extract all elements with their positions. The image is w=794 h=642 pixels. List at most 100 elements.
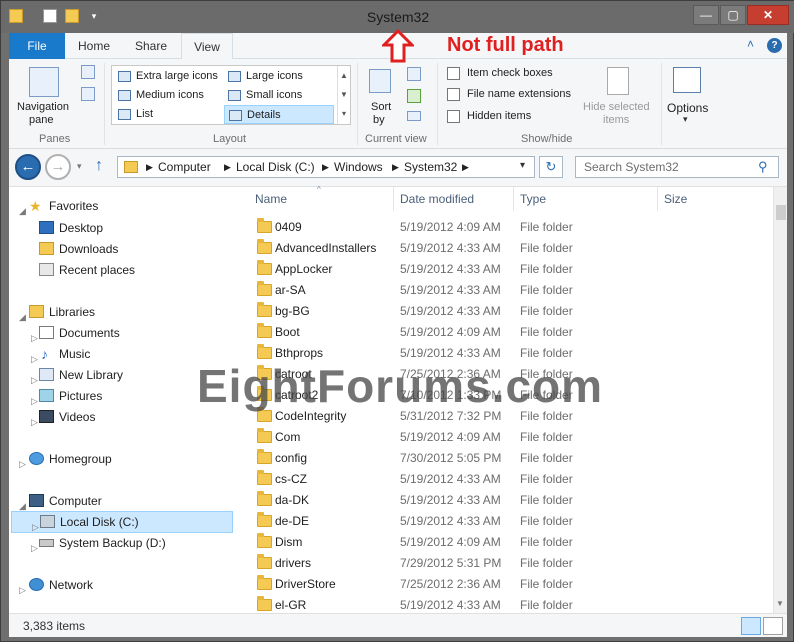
tab-view[interactable]: View (181, 33, 233, 60)
layout-extra-large-icons[interactable]: Extra large icons (114, 67, 224, 86)
hidden-items-label[interactable]: Hidden items (467, 110, 531, 122)
nav-system-backup[interactable]: ▷ System Backup (D:) (17, 533, 227, 553)
table-row[interactable]: drivers 7/29/2012 5:31 PM File folder (237, 553, 767, 574)
nav-computer[interactable]: ◢ Computer (17, 491, 227, 511)
nav-local-disk[interactable]: ▷ Local Disk (C:) (11, 511, 233, 533)
item-check-boxes-label[interactable]: Item check boxes (467, 67, 553, 79)
crumb-computer[interactable]: Computer (158, 160, 211, 174)
table-row[interactable]: AdvancedInstallers 5/19/2012 4:33 AM File … (237, 238, 767, 259)
hide-selected-items-label[interactable]: Hide selected (583, 101, 650, 113)
crumb-local-disk[interactable]: Local Disk (C:) (236, 160, 315, 174)
details-pane-icon[interactable] (81, 87, 95, 101)
close-button[interactable]: ✕ (747, 5, 789, 25)
address-separator[interactable]: ▶ (146, 162, 153, 173)
crumb-windows[interactable]: Windows (334, 160, 383, 174)
minimize-button[interactable]: — (693, 5, 719, 25)
options-icon[interactable] (673, 67, 701, 93)
layout-scroll-icon[interactable]: ▲ ▼ ▾ (337, 66, 350, 124)
address-bar[interactable]: ▶ Computer ▶ Local Disk (C:) ▶ Windows ▶… (117, 156, 535, 178)
layout-details[interactable]: Details (224, 105, 334, 124)
file-name-extensions-label[interactable]: File name extensions (467, 88, 571, 100)
layout-medium-icons[interactable]: Medium icons (114, 86, 224, 105)
nav-music[interactable]: ▷ ♪ Music (17, 344, 227, 364)
refresh-button[interactable]: ↻ (539, 156, 563, 178)
sort-by-label-2[interactable]: by (373, 114, 385, 126)
nav-network[interactable]: ▷ Network (17, 575, 227, 595)
preview-pane-icon[interactable] (81, 65, 95, 79)
table-row[interactable]: Com 5/19/2012 4:09 AM File folder (237, 427, 767, 448)
navigation-pane-icon[interactable] (29, 67, 59, 97)
nav-desktop[interactable]: Desktop (17, 218, 227, 238)
help-icon[interactable]: ? (767, 38, 782, 53)
large-icons-view-button[interactable] (763, 617, 783, 635)
crumb-system32[interactable]: System32 (404, 160, 457, 174)
table-row[interactable]: Boot 5/19/2012 4:09 AM File folder (237, 322, 767, 343)
table-row[interactable]: de-DE 5/19/2012 4:33 AM File folder (237, 511, 767, 532)
table-row[interactable]: ar-SA 5/19/2012 4:33 AM File folder (237, 280, 767, 301)
options-dropdown-icon[interactable]: ▾ (683, 114, 688, 125)
nav-recent-places[interactable]: Recent places (17, 260, 227, 280)
details-view-button[interactable] (741, 617, 761, 635)
hidden-items-checkbox[interactable] (447, 110, 460, 123)
expand-icon[interactable]: ▷ (19, 580, 26, 600)
column-divider[interactable] (513, 187, 514, 211)
column-header-size[interactable]: Size (664, 192, 687, 206)
table-row[interactable]: DriverStore 7/25/2012 2:36 AM File folder (237, 574, 767, 595)
address-separator[interactable]: ▶ (224, 162, 231, 173)
layout-list[interactable]: List (114, 105, 224, 124)
vertical-scrollbar[interactable]: ▼ (773, 187, 787, 613)
back-button[interactable]: ← (15, 154, 41, 180)
nav-libraries[interactable]: ◢ Libraries (17, 302, 227, 322)
options-label[interactable]: Options (667, 101, 708, 115)
maximize-button[interactable]: ▢ (720, 5, 746, 25)
column-divider[interactable] (657, 187, 658, 211)
hide-selected-items-icon[interactable] (607, 67, 629, 95)
expand-icon[interactable]: ▷ (31, 538, 38, 558)
layout-small-icons[interactable]: Small icons (224, 86, 334, 105)
size-columns-icon[interactable] (407, 111, 421, 121)
nav-downloads[interactable]: Downloads (17, 239, 227, 259)
tab-home[interactable]: Home (69, 33, 119, 59)
minimize-ribbon-icon[interactable]: ˄ (747, 37, 754, 51)
hide-selected-items-label-2[interactable]: items (603, 114, 629, 126)
navigation-pane-label-2[interactable]: pane (29, 114, 53, 126)
column-header-date[interactable]: Date modified (400, 192, 474, 206)
table-row[interactable]: cs-CZ 5/19/2012 4:33 AM File folder (237, 469, 767, 490)
expand-icon[interactable]: ▷ (19, 454, 26, 474)
nav-videos[interactable]: ▷ Videos (17, 407, 227, 427)
navigation-pane-label[interactable]: Navigation (17, 101, 69, 113)
table-row[interactable]: AppLocker 5/19/2012 4:33 AM File folder (237, 259, 767, 280)
recent-locations-icon[interactable]: ▾ (77, 161, 82, 172)
forward-button[interactable]: → (45, 154, 71, 180)
table-row[interactable]: Dism 5/19/2012 4:09 AM File folder (237, 532, 767, 553)
layout-large-icons[interactable]: Large icons (224, 67, 334, 86)
file-name-extensions-checkbox[interactable] (447, 88, 460, 101)
nav-favorites[interactable]: ◢ ★ Favorites (17, 196, 227, 216)
table-row[interactable]: da-DK 5/19/2012 4:33 AM File folder (237, 490, 767, 511)
address-separator[interactable]: ▶ (322, 162, 329, 173)
tab-share[interactable]: Share (125, 33, 177, 59)
up-arrow-icon[interactable]: ↑ (95, 157, 103, 175)
table-row[interactable]: 0409 5/19/2012 4:09 AM File folder (237, 217, 767, 238)
scroll-down-icon[interactable]: ▼ (776, 599, 784, 608)
nav-homegroup[interactable]: ▷ Homegroup (17, 449, 227, 469)
search-icon[interactable]: ⚲ (758, 159, 768, 175)
search-input[interactable]: Search System32 ⚲ (575, 156, 779, 178)
column-header-type[interactable]: Type (520, 192, 546, 206)
scrollbar-thumb[interactable] (776, 205, 786, 220)
add-columns-icon[interactable] (407, 89, 421, 103)
nav-pictures[interactable]: ▷ Pictures (17, 386, 227, 406)
table-row[interactable]: config 7/30/2012 5:05 PM File folder (237, 448, 767, 469)
group-by-icon[interactable] (407, 67, 421, 81)
sort-by-label[interactable]: Sort (371, 101, 391, 113)
expand-icon[interactable]: ▷ (31, 412, 38, 432)
nav-documents[interactable]: ▷ Documents (17, 323, 227, 343)
address-history-icon[interactable]: ▾ (520, 160, 525, 171)
nav-new-library[interactable]: ▷ New Library (17, 365, 227, 385)
tab-file[interactable]: File (9, 33, 65, 59)
column-divider[interactable] (393, 187, 394, 211)
table-row[interactable]: bg-BG 5/19/2012 4:33 AM File folder (237, 301, 767, 322)
address-separator[interactable]: ▶ (392, 162, 399, 173)
address-separator[interactable]: ▶ (462, 162, 469, 173)
sort-by-icon[interactable] (369, 69, 391, 93)
